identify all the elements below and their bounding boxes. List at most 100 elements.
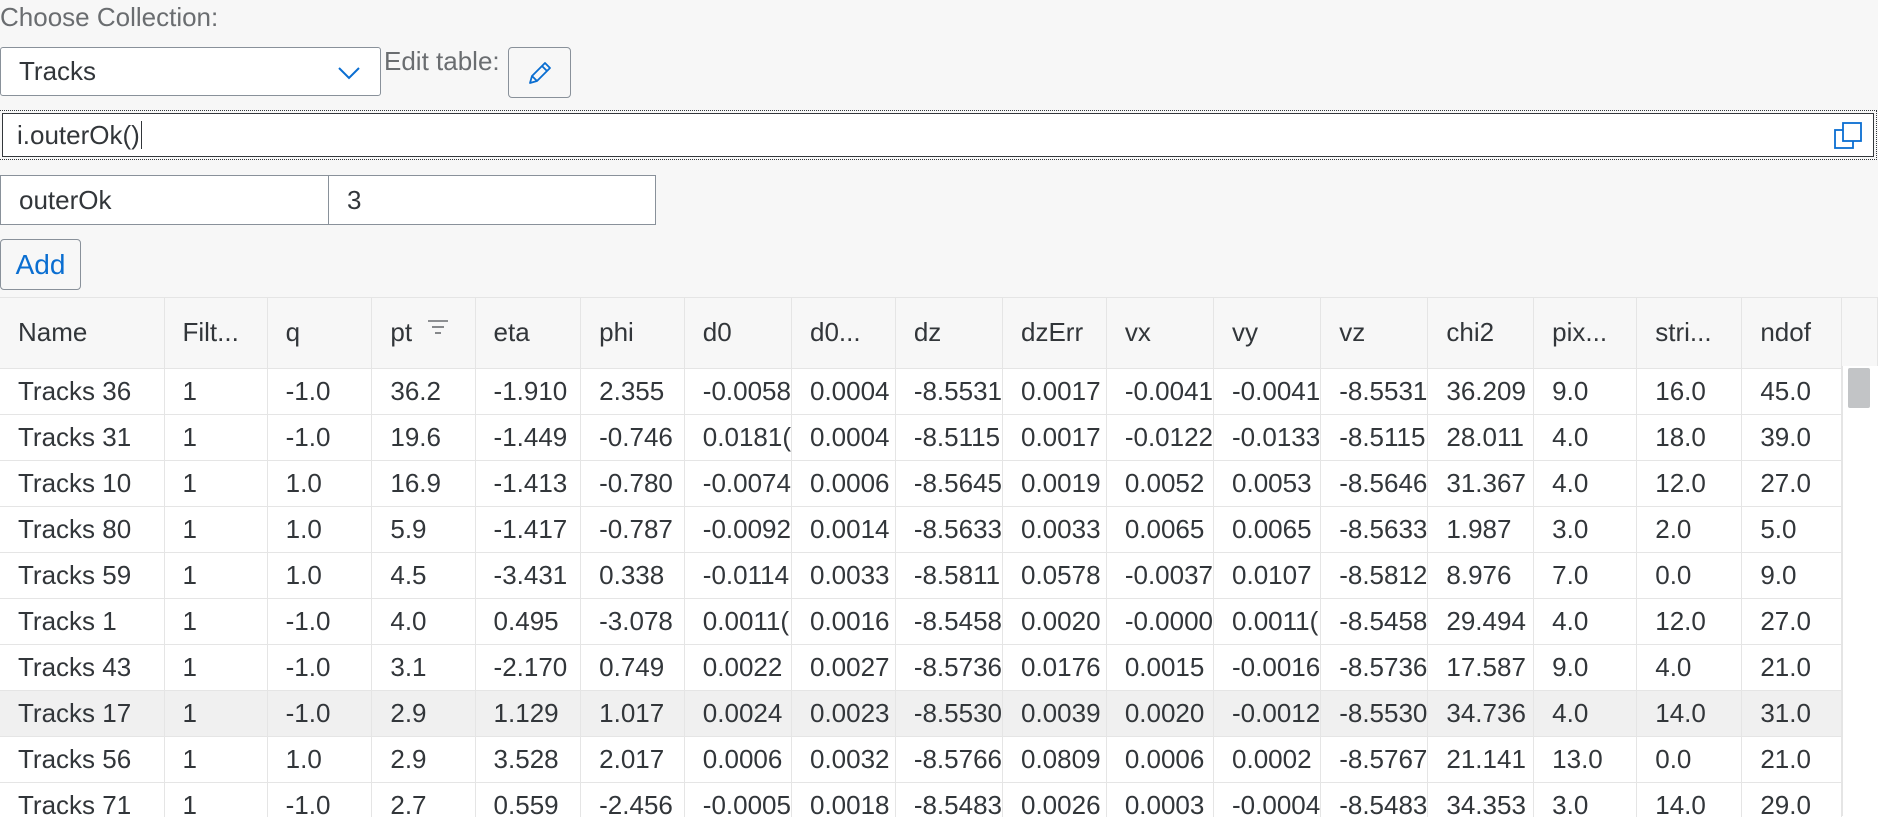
table-header-row: Name Filt... q pt eta phi d0 d0... dz dzErr vx vy vz… [0, 298, 1878, 369]
table-row[interactable]: Tracks 10 1 1.0 16.9 -1.413 -0.780 -0.0074 0.00… [0, 460, 1878, 507]
column-header-0[interactable]: Name [0, 298, 165, 369]
column-header-label: pix... [1552, 317, 1608, 348]
column-header-label: d0 [702, 317, 732, 348]
table-cell: 9.0 [1533, 644, 1638, 691]
table-cell: 2.9 [371, 736, 476, 783]
edit-table-label: Edit table: [384, 46, 500, 76]
column-header-label: phi [599, 317, 634, 348]
table-cell: 36.2 [371, 368, 476, 415]
table-cell: 16.9 [371, 460, 476, 507]
expression-text: i.outerOk() [17, 119, 140, 150]
table-cell: 0.0065 [1213, 506, 1322, 553]
chevron-down-icon [338, 67, 360, 80]
table-row[interactable]: Tracks 1 1 -1.0 4.0 0.495 -3.078 0.0011(0.0016… [0, 598, 1878, 645]
table-cell: 0.0004 [791, 414, 896, 461]
table-row[interactable]: Tracks 36 1 -1.0 36.2 -1.910 2.355 -0.0058 0.00… [0, 368, 1878, 415]
table-cell: 2.017 [580, 736, 685, 783]
table-row[interactable]: Tracks 59 1 1.0 4.5 -3.431 0.338 -0.0114 0.0033… [0, 552, 1878, 599]
table-cell: -1.0 [267, 414, 373, 461]
table-cell: 1.0 [267, 506, 373, 553]
table-cell: 0.0004 [791, 368, 896, 415]
edit-table-button[interactable] [508, 47, 571, 98]
table-cell: -8.5530 [895, 690, 1004, 737]
table-row[interactable]: Tracks 43 1 -1.0 3.1 -2.170 0.749 0.0022 0.0027… [0, 644, 1878, 691]
column-header-12[interactable]: vz [1320, 298, 1429, 369]
table-cell: Tracks 56 [0, 736, 165, 783]
column-header-1[interactable]: Filt... [164, 298, 268, 369]
table-cell: 0.0039 [1002, 690, 1107, 737]
column-header-label: stri... [1655, 317, 1712, 348]
header-spacer [1841, 298, 1878, 369]
table-row[interactable]: Tracks 80 1 1.0 5.9 -1.417 -0.787 -0.0092 0.001… [0, 506, 1878, 553]
column-header-label: dzErr [1021, 317, 1084, 348]
table-cell: 4.0 [1636, 644, 1743, 691]
table-cell: -0.0000 [1106, 598, 1215, 645]
table-cell: -0.0058 [684, 368, 792, 415]
table-cell: 0.0006 [684, 736, 792, 783]
column-header-10[interactable]: vx [1106, 298, 1215, 369]
table-cell: 3.0 [1533, 782, 1638, 817]
table-cell: Tracks 10 [0, 460, 165, 507]
scrollbar-thumb[interactable] [1848, 368, 1870, 408]
table-cell: 0.0014 [791, 506, 896, 553]
column-header-16[interactable]: ndof [1741, 298, 1843, 369]
table-cell: 0.0032 [791, 736, 896, 783]
table-cell: 1 [164, 782, 268, 817]
table-cell: 4.0 [1533, 460, 1638, 507]
column-header-15[interactable]: stri... [1636, 298, 1743, 369]
table-cell: -8.5645 [895, 460, 1004, 507]
column-header-label: Filt... [182, 317, 239, 348]
table-cell: -0.0037 [1106, 552, 1215, 599]
column-header-6[interactable]: d0 [684, 298, 792, 369]
table-cell: 3.528 [475, 736, 582, 783]
table-cell: 1 [164, 368, 268, 415]
table-cell: -8.5812 [1320, 552, 1429, 599]
table-cell: 39.0 [1741, 414, 1843, 461]
text-caret [140, 121, 142, 149]
table-cell: -1.449 [475, 414, 582, 461]
table-cell: 19.6 [371, 414, 476, 461]
table-row[interactable]: Tracks 31 1 -1.0 19.6 -1.449 -0.746 0.0181(0.0… [0, 414, 1878, 461]
table-cell: 0.0065 [1106, 506, 1215, 553]
table-cell: Tracks 43 [0, 644, 165, 691]
table-cell: 0.0003 [1106, 782, 1215, 817]
table-cell: 0.749 [580, 644, 685, 691]
table-cell: 0.495 [475, 598, 582, 645]
table-cell: 1 [164, 598, 268, 645]
column-value-value: 3 [347, 184, 362, 215]
table-row[interactable]: Tracks 56 1 1.0 2.9 3.528 2.017 0.0006 0.0032 -8… [0, 736, 1878, 783]
column-header-2[interactable]: q [267, 298, 373, 369]
table-cell: -0.787 [580, 506, 685, 553]
vertical-scrollbar[interactable] [1842, 366, 1878, 816]
table-cell: 0.0033 [791, 552, 896, 599]
column-header-11[interactable]: vy [1213, 298, 1322, 369]
column-header-7[interactable]: d0... [791, 298, 896, 369]
table-cell: 0.338 [580, 552, 685, 599]
copy-icon[interactable] [1833, 121, 1863, 151]
collection-select[interactable]: Tracks [0, 47, 381, 96]
table-cell: 1 [164, 460, 268, 507]
column-header-14[interactable]: pix... [1533, 298, 1638, 369]
table-cell: 0.0 [1636, 736, 1743, 783]
column-header-9[interactable]: dzErr [1002, 298, 1107, 369]
table-row[interactable]: Tracks 17 1 -1.0 2.9 1.129 1.017 0.0024 0.0023-… [0, 690, 1878, 737]
column-header-5[interactable]: phi [580, 298, 685, 369]
table-cell: 0.0027 [791, 644, 896, 691]
column-value-input[interactable]: 3 [328, 175, 656, 225]
table-cell: 0.0002 [1213, 736, 1322, 783]
column-header-3[interactable]: pt [371, 298, 476, 369]
table-cell: 1.987 [1427, 506, 1535, 553]
table-cell: 0.0019 [1002, 460, 1107, 507]
table-cell: Tracks 80 [0, 506, 165, 553]
expression-input[interactable]: i.outerOk() [0, 110, 1877, 160]
table-cell: -2.170 [475, 644, 582, 691]
column-header-4[interactable]: eta [475, 298, 582, 369]
data-table: Name Filt... q pt eta phi d0 d0... dz dzErr vx vy vz… [0, 298, 1878, 817]
column-header-8[interactable]: dz [895, 298, 1004, 369]
add-button[interactable]: Add [0, 239, 81, 290]
column-header-13[interactable]: chi2 [1427, 298, 1535, 369]
table-row[interactable]: Tracks 71 1 -1.0 2.7 0.559 -2.456 -0.0005 0.001… [0, 782, 1878, 817]
column-name-input[interactable]: outerOk [0, 175, 329, 225]
table-cell: -0.0005 [684, 782, 792, 817]
table-cell: 8.976 [1427, 552, 1535, 599]
